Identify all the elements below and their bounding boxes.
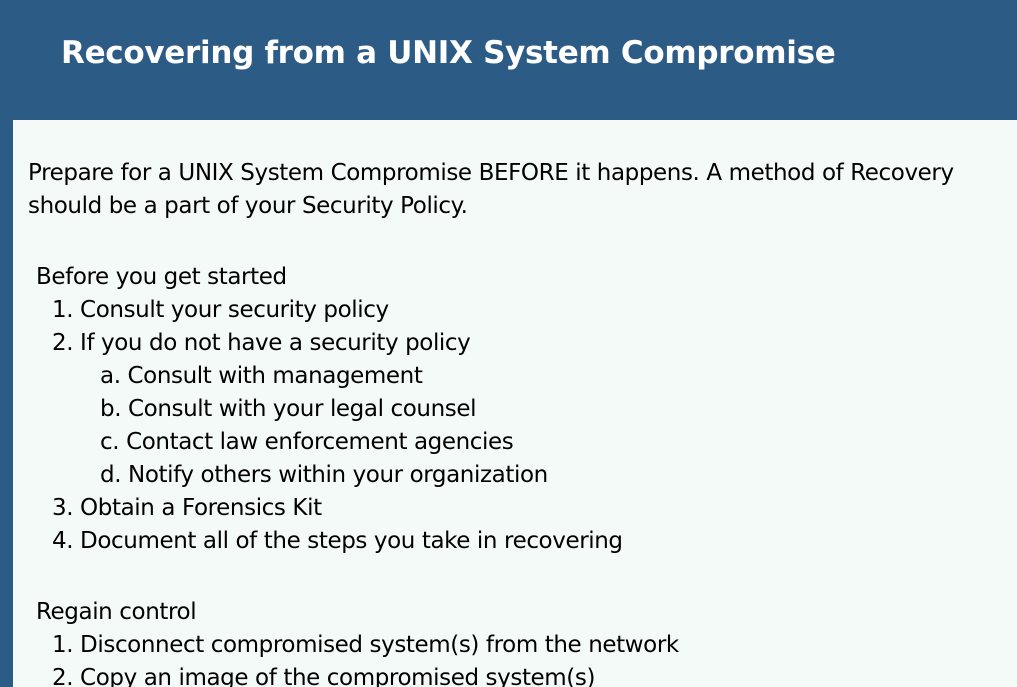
slide-title: Recovering from a UNIX System Compromise <box>61 35 836 71</box>
list-item: 2. If you do not have a security policy <box>52 330 471 356</box>
sub-list-item: b. Consult with your legal counsel <box>100 396 477 422</box>
intro-line-2: should be a part of your Security Policy… <box>28 193 468 219</box>
list-item: 1. Consult your security policy <box>52 297 389 323</box>
slide-header: Recovering from a UNIX System Compromise <box>0 0 1017 120</box>
sub-list-item: c. Contact law enforcement agencies <box>100 429 514 455</box>
list-item: 3. Obtain a Forensics Kit <box>52 495 322 521</box>
intro-line-1: Prepare for a UNIX System Compromise BEF… <box>28 160 954 186</box>
slide-body: Prepare for a UNIX System Compromise BEF… <box>13 120 1017 687</box>
list-item: 1. Disconnect compromised system(s) from… <box>52 632 679 658</box>
list-item: 4. Document all of the steps you take in… <box>52 528 623 554</box>
section-heading-regain-control: Regain control <box>36 599 197 625</box>
section-heading-before-you-get-started: Before you get started <box>36 264 287 290</box>
sub-list-item: d. Notify others within your organizatio… <box>100 462 548 488</box>
sub-list-item: a. Consult with management <box>100 363 423 389</box>
list-item: 2. Copy an image of the compromised syst… <box>52 665 596 687</box>
